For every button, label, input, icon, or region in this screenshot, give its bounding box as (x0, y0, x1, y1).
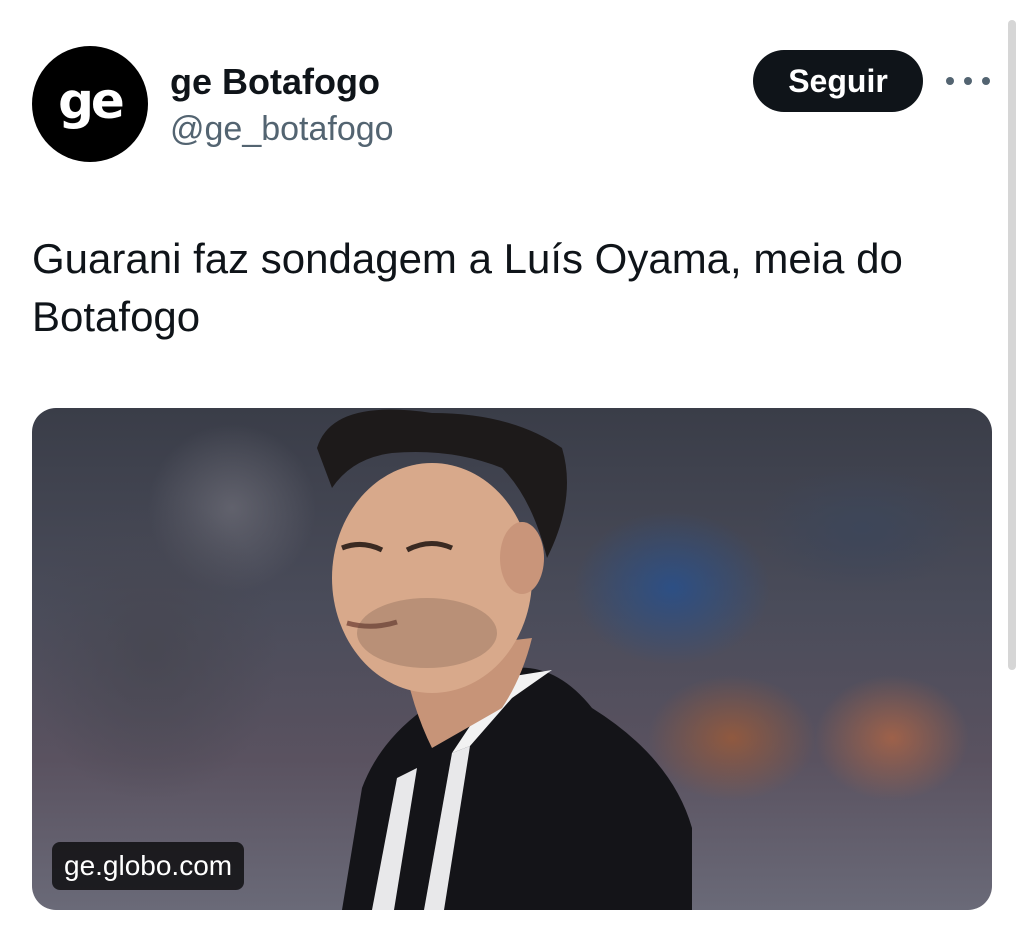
tweet-text: Guarani faz sondagem a Luís Oyama, meia … (32, 235, 903, 340)
dot-icon (982, 77, 990, 85)
avatar[interactable]: ge (32, 46, 148, 162)
author-handle[interactable]: @ge_botafogo (170, 108, 394, 150)
ear-shape (500, 522, 544, 594)
stubble-shade (357, 598, 497, 668)
card-photo (317, 409, 692, 910)
link-card[interactable]: ge.globo.com (32, 408, 992, 910)
avatar-logo-text: ge (58, 72, 125, 130)
card-domain-badge: ge.globo.com (52, 842, 245, 890)
dot-icon (964, 77, 972, 85)
scrollbar[interactable] (1008, 20, 1016, 670)
more-horizontal-icon[interactable] (946, 70, 990, 92)
dot-icon (946, 77, 954, 85)
author-display-name[interactable]: ge Botafogo (170, 60, 380, 104)
follow-button[interactable]: Seguir (753, 50, 923, 112)
